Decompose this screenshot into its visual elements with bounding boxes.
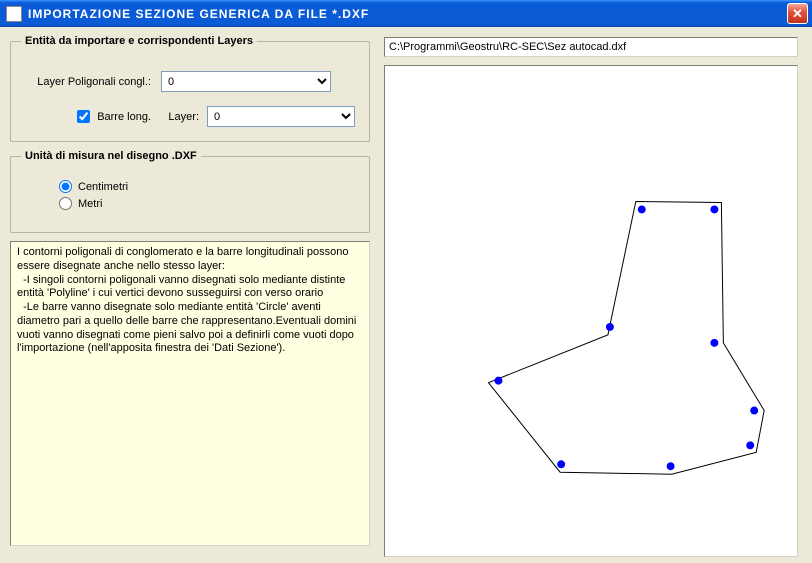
radio-row-cm[interactable]: Centimetri <box>59 180 351 193</box>
rebar-point <box>750 407 758 415</box>
client-area: Entità da importare e corrispondenti Lay… <box>0 27 812 563</box>
group-units-legend: Unità di misura nel disegno .DXF <box>21 150 201 162</box>
radio-m-label: Metri <box>78 198 102 210</box>
close-button[interactable]: ✕ <box>787 3 808 24</box>
rebar-point <box>710 206 718 214</box>
layer-barre-label: Layer: <box>161 111 207 123</box>
barre-long-checkbox[interactable] <box>77 110 90 123</box>
rebar-point <box>710 339 718 347</box>
rebar-point <box>667 462 675 470</box>
help-text: I contorni poligonali di conglomerato e … <box>17 246 363 356</box>
file-path-input[interactable] <box>384 37 798 57</box>
preview-svg <box>385 66 797 556</box>
group-layers-legend: Entità da importare e corrispondenti Lay… <box>21 35 257 47</box>
row-layer-polygon: Layer Poligonali congl.: 0 <box>21 71 359 92</box>
section-polygon <box>488 202 764 475</box>
barre-long-label: Barre long. <box>97 111 151 123</box>
app-icon <box>6 6 22 22</box>
rebar-point <box>557 460 565 468</box>
layer-polygon-select[interactable]: 0 <box>161 71 331 92</box>
radio-row-m[interactable]: Metri <box>59 197 351 210</box>
layer-barre-select[interactable]: 0 <box>207 106 355 127</box>
row-layer-barre: Barre long. Layer: 0 <box>21 106 359 127</box>
rebar-point <box>606 323 614 331</box>
rebar-point <box>638 206 646 214</box>
window-title: IMPORTAZIONE SEZIONE GENERICA DA FILE *.… <box>28 7 787 21</box>
group-layers: Entità da importare e corrispondenti Lay… <box>10 35 370 142</box>
close-icon: ✕ <box>792 6 803 22</box>
group-units: Unità di misura nel disegno .DXF Centime… <box>10 150 370 233</box>
radio-group-units: Centimetri Metri <box>21 172 359 218</box>
radio-cm[interactable] <box>59 180 72 193</box>
right-column <box>384 37 798 557</box>
section-preview <box>384 65 798 557</box>
layer-polygon-label: Layer Poligonali congl.: <box>21 76 161 88</box>
rebar-point <box>494 377 502 385</box>
radio-cm-label: Centimetri <box>78 181 128 193</box>
left-column: Entità da importare e corrispondenti Lay… <box>10 35 370 546</box>
radio-m[interactable] <box>59 197 72 210</box>
barre-long-wrap: Barre long. <box>21 107 161 126</box>
rebar-point <box>746 441 754 449</box>
help-textarea[interactable]: I contorni poligonali di conglomerato e … <box>10 241 370 546</box>
titlebar: IMPORTAZIONE SEZIONE GENERICA DA FILE *.… <box>0 0 812 27</box>
